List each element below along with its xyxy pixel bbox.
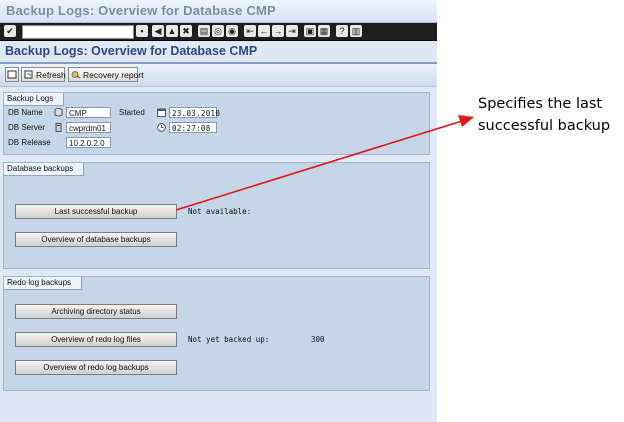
first-page-icon[interactable]: ⇤	[244, 25, 256, 37]
overview-redo-log-files-button[interactable]: Overview of redo log files	[15, 332, 177, 347]
cancel-icon[interactable]: ✖	[180, 25, 192, 37]
refresh-label: Refresh	[36, 70, 66, 80]
save-icon[interactable]: ▪	[136, 25, 148, 37]
shortcut-icon[interactable]: ▦	[318, 25, 330, 37]
overview-database-backups-button[interactable]: Overview of database backups	[15, 232, 177, 247]
sap-window: Backup Logs: Overview for Database CMP ✔…	[0, 0, 437, 422]
recovery-report-icon	[71, 71, 81, 79]
last-page-icon[interactable]: ⇥	[286, 25, 298, 37]
redo-log-backups-panel: Redo log backups Archiving directory sta…	[3, 276, 430, 391]
not-yet-backed-up-count: 300	[311, 335, 325, 344]
overview-redo-log-backups-button[interactable]: Overview of redo log backups	[15, 360, 177, 375]
page-title: Backup Logs: Overview for Database CMP	[5, 44, 258, 58]
started-label: Started	[119, 108, 145, 117]
new-session-icon[interactable]: ▣	[304, 25, 316, 37]
layout-menu-icon[interactable]: ▥	[350, 25, 362, 37]
started-date-field: 23.03.2010	[169, 107, 220, 118]
last-successful-backup-button[interactable]: Last successful backup	[15, 204, 177, 219]
application-toolbar: Refresh Recovery report	[0, 64, 437, 87]
db-name-field: CMP	[66, 107, 111, 118]
last-successful-backup-status: Not available:	[188, 207, 252, 216]
db-name-label: DB Name	[8, 108, 43, 117]
db-server-label: DB Server	[8, 123, 45, 132]
find-icon[interactable]: ◎	[212, 25, 224, 37]
started-time-field: 02:27:08	[169, 122, 217, 133]
next-page-icon[interactable]: →	[272, 25, 284, 37]
system-toolbar: ✔ ▪ ◀ ▲ ✖ ▤ ◎ ◉ ⇤ ← → ⇥ ▣ ▦ ? ▥	[0, 23, 437, 41]
previous-page-icon[interactable]: ←	[258, 25, 270, 37]
not-yet-backed-up-label: Not yet backed up:	[188, 335, 270, 344]
window-titlebar: Backup Logs: Overview for Database CMP	[0, 0, 437, 23]
clock-icon	[157, 123, 166, 132]
archiving-directory-status-button[interactable]: Archiving directory status	[15, 304, 177, 319]
window-title: Backup Logs: Overview for Database CMP	[6, 3, 276, 18]
refresh-icon	[24, 70, 33, 79]
back-icon[interactable]: ◀	[152, 25, 164, 37]
redo-log-backups-title: Redo log backups	[4, 277, 83, 290]
database-icon	[54, 108, 63, 117]
backup-logs-title: Backup Logs	[4, 93, 65, 106]
exit-icon[interactable]: ▲	[166, 25, 178, 37]
find-next-icon[interactable]: ◉	[226, 25, 238, 37]
db-release-label: DB Release	[8, 138, 51, 147]
print-icon[interactable]: ▤	[198, 25, 210, 37]
help-icon[interactable]: ?	[336, 25, 348, 37]
backup-logs-panel: Backup Logs DB Name CMP Started 23.03.20…	[3, 92, 430, 155]
command-field[interactable]	[22, 25, 134, 39]
database-backups-title: Database backups	[4, 163, 85, 176]
annotation-text: Specifies the last successful backup	[478, 96, 611, 134]
annotation-arrow-head	[458, 115, 474, 127]
enter-icon[interactable]: ✔	[4, 25, 16, 37]
recovery-report-button[interactable]: Recovery report	[68, 67, 143, 82]
display-icon[interactable]	[5, 67, 19, 82]
refresh-button[interactable]: Refresh	[21, 67, 66, 82]
server-icon	[55, 123, 62, 132]
db-server-field: cwprdm01	[66, 122, 111, 133]
calendar-icon	[157, 108, 166, 117]
recovery-report-label: Recovery report	[83, 70, 144, 80]
db-release-field: 10.2.0.2.0	[66, 137, 111, 148]
database-backups-panel: Database backups Last successful backup …	[3, 162, 430, 269]
